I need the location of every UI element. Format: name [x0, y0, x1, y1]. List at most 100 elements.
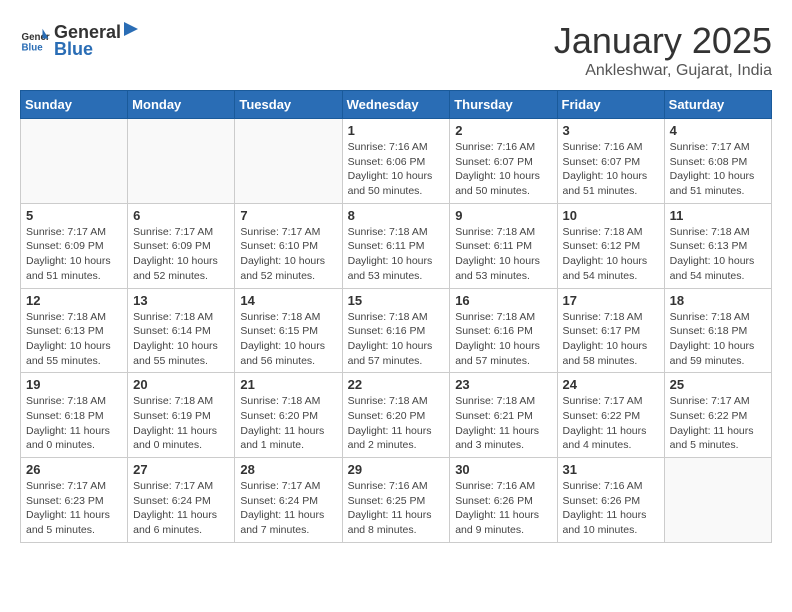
day-info: Sunrise: 7:18 AM Sunset: 6:20 PM Dayligh… — [348, 394, 445, 453]
day-number: 14 — [240, 293, 336, 308]
day-number: 1 — [348, 123, 445, 138]
calendar-cell: 3 Sunrise: 7:16 AM Sunset: 6:07 PM Daylig… — [557, 119, 664, 204]
calendar-cell: 22 Sunrise: 7:18 AM Sunset: 6:20 PM Dayli… — [342, 373, 450, 458]
day-info: Sunrise: 7:18 AM Sunset: 6:20 PM Dayligh… — [240, 394, 336, 453]
day-info: Sunrise: 7:17 AM Sunset: 6:23 PM Dayligh… — [26, 479, 122, 538]
day-number: 7 — [240, 208, 336, 223]
day-info: Sunrise: 7:17 AM Sunset: 6:09 PM Dayligh… — [26, 225, 122, 284]
day-info: Sunrise: 7:18 AM Sunset: 6:21 PM Dayligh… — [455, 394, 551, 453]
day-info: Sunrise: 7:17 AM Sunset: 6:09 PM Dayligh… — [133, 225, 229, 284]
weekday-header-monday: Monday — [128, 91, 235, 119]
day-info: Sunrise: 7:18 AM Sunset: 6:14 PM Dayligh… — [133, 310, 229, 369]
day-info: Sunrise: 7:18 AM Sunset: 6:16 PM Dayligh… — [455, 310, 551, 369]
day-info: Sunrise: 7:18 AM Sunset: 6:12 PM Dayligh… — [563, 225, 659, 284]
calendar-cell: 10 Sunrise: 7:18 AM Sunset: 6:12 PM Dayli… — [557, 203, 664, 288]
calendar-cell: 13 Sunrise: 7:18 AM Sunset: 6:14 PM Dayli… — [128, 288, 235, 373]
day-number: 25 — [670, 377, 766, 392]
weekday-header-row: SundayMondayTuesdayWednesdayThursdayFrid… — [21, 91, 772, 119]
day-number: 20 — [133, 377, 229, 392]
day-number: 12 — [26, 293, 122, 308]
day-info: Sunrise: 7:17 AM Sunset: 6:24 PM Dayligh… — [240, 479, 336, 538]
calendar-cell: 15 Sunrise: 7:18 AM Sunset: 6:16 PM Dayli… — [342, 288, 450, 373]
day-info: Sunrise: 7:18 AM Sunset: 6:17 PM Dayligh… — [563, 310, 659, 369]
location-subtitle: Ankleshwar, Gujarat, India — [554, 62, 772, 80]
calendar-cell: 27 Sunrise: 7:17 AM Sunset: 6:24 PM Dayli… — [128, 458, 235, 543]
calendar-cell: 16 Sunrise: 7:18 AM Sunset: 6:16 PM Dayli… — [450, 288, 557, 373]
calendar-cell: 18 Sunrise: 7:18 AM Sunset: 6:18 PM Dayli… — [664, 288, 771, 373]
calendar-cell: 23 Sunrise: 7:18 AM Sunset: 6:21 PM Dayli… — [450, 373, 557, 458]
day-number: 31 — [563, 462, 659, 477]
weekday-header-sunday: Sunday — [21, 91, 128, 119]
day-number: 3 — [563, 123, 659, 138]
calendar-week-row: 26Sunrise: 7:17 AM Sunset: 6:23 PM Dayli… — [21, 458, 772, 543]
day-number: 4 — [670, 123, 766, 138]
day-number: 17 — [563, 293, 659, 308]
day-info: Sunrise: 7:16 AM Sunset: 6:25 PM Dayligh… — [348, 479, 445, 538]
day-number: 8 — [348, 208, 445, 223]
day-number: 24 — [563, 377, 659, 392]
calendar-week-row: 19Sunrise: 7:18 AM Sunset: 6:18 PM Dayli… — [21, 373, 772, 458]
calendar-cell: 20 Sunrise: 7:18 AM Sunset: 6:19 PM Dayli… — [128, 373, 235, 458]
calendar-cell: 28 Sunrise: 7:17 AM Sunset: 6:24 PM Dayli… — [235, 458, 342, 543]
day-info: Sunrise: 7:16 AM Sunset: 6:26 PM Dayligh… — [455, 479, 551, 538]
day-number: 30 — [455, 462, 551, 477]
day-number: 16 — [455, 293, 551, 308]
title-block: January 2025 Ankleshwar, Gujarat, India — [554, 20, 772, 80]
calendar-cell: 12 Sunrise: 7:18 AM Sunset: 6:13 PM Dayli… — [21, 288, 128, 373]
logo-blue-text: Blue — [54, 39, 93, 59]
day-info: Sunrise: 7:18 AM Sunset: 6:11 PM Dayligh… — [455, 225, 551, 284]
day-info: Sunrise: 7:18 AM Sunset: 6:18 PM Dayligh… — [670, 310, 766, 369]
day-info: Sunrise: 7:16 AM Sunset: 6:07 PM Dayligh… — [455, 140, 551, 199]
day-info: Sunrise: 7:18 AM Sunset: 6:19 PM Dayligh… — [133, 394, 229, 453]
day-number: 13 — [133, 293, 229, 308]
calendar-cell: 11Sunrise: 7:18 AM Sunset: 6:13 PM Dayli… — [664, 203, 771, 288]
calendar-cell: 29Sunrise: 7:16 AM Sunset: 6:25 PM Dayli… — [342, 458, 450, 543]
day-info: Sunrise: 7:18 AM Sunset: 6:11 PM Dayligh… — [348, 225, 445, 284]
day-info: Sunrise: 7:18 AM Sunset: 6:13 PM Dayligh… — [26, 310, 122, 369]
day-number: 22 — [348, 377, 445, 392]
calendar-table: SundayMondayTuesdayWednesdayThursdayFrid… — [20, 90, 772, 543]
calendar-cell: 25 Sunrise: 7:17 AM Sunset: 6:22 PM Dayli… — [664, 373, 771, 458]
day-info: Sunrise: 7:18 AM Sunset: 6:16 PM Dayligh… — [348, 310, 445, 369]
day-info: Sunrise: 7:18 AM Sunset: 6:13 PM Dayligh… — [670, 225, 766, 284]
logo: General Blue General Blue — [20, 20, 141, 60]
calendar-cell: 6 Sunrise: 7:17 AM Sunset: 6:09 PM Daylig… — [128, 203, 235, 288]
day-number: 18 — [670, 293, 766, 308]
calendar-cell — [128, 119, 235, 204]
calendar-cell: 19Sunrise: 7:18 AM Sunset: 6:18 PM Dayli… — [21, 373, 128, 458]
svg-text:Blue: Blue — [22, 43, 44, 54]
weekday-header-friday: Friday — [557, 91, 664, 119]
logo-arrow-icon — [122, 20, 140, 38]
day-number: 23 — [455, 377, 551, 392]
day-number: 10 — [563, 208, 659, 223]
calendar-cell: 31 Sunrise: 7:16 AM Sunset: 6:26 PM Dayli… — [557, 458, 664, 543]
day-info: Sunrise: 7:16 AM Sunset: 6:07 PM Dayligh… — [563, 140, 659, 199]
day-info: Sunrise: 7:16 AM Sunset: 6:26 PM Dayligh… — [563, 479, 659, 538]
calendar-cell: 4Sunrise: 7:17 AM Sunset: 6:08 PM Daylig… — [664, 119, 771, 204]
page-header: General Blue General Blue January 2025 A… — [20, 20, 772, 80]
calendar-cell: 30 Sunrise: 7:16 AM Sunset: 6:26 PM Dayli… — [450, 458, 557, 543]
day-number: 28 — [240, 462, 336, 477]
month-title: January 2025 — [554, 20, 772, 62]
calendar-cell: 5Sunrise: 7:17 AM Sunset: 6:09 PM Daylig… — [21, 203, 128, 288]
day-number: 2 — [455, 123, 551, 138]
weekday-header-thursday: Thursday — [450, 91, 557, 119]
calendar-cell: 2 Sunrise: 7:16 AM Sunset: 6:07 PM Daylig… — [450, 119, 557, 204]
day-info: Sunrise: 7:17 AM Sunset: 6:24 PM Dayligh… — [133, 479, 229, 538]
calendar-cell: 17 Sunrise: 7:18 AM Sunset: 6:17 PM Dayli… — [557, 288, 664, 373]
calendar-cell: 8 Sunrise: 7:18 AM Sunset: 6:11 PM Daylig… — [342, 203, 450, 288]
day-info: Sunrise: 7:17 AM Sunset: 6:22 PM Dayligh… — [670, 394, 766, 453]
calendar-cell — [21, 119, 128, 204]
logo-icon: General Blue — [20, 25, 50, 55]
calendar-cell: 7 Sunrise: 7:17 AM Sunset: 6:10 PM Daylig… — [235, 203, 342, 288]
day-number: 6 — [133, 208, 229, 223]
calendar-cell: 24Sunrise: 7:17 AM Sunset: 6:22 PM Dayli… — [557, 373, 664, 458]
weekday-header-wednesday: Wednesday — [342, 91, 450, 119]
day-info: Sunrise: 7:16 AM Sunset: 6:06 PM Dayligh… — [348, 140, 445, 199]
day-info: Sunrise: 7:17 AM Sunset: 6:10 PM Dayligh… — [240, 225, 336, 284]
day-number: 15 — [348, 293, 445, 308]
calendar-cell: 21Sunrise: 7:18 AM Sunset: 6:20 PM Dayli… — [235, 373, 342, 458]
calendar-cell: 14Sunrise: 7:18 AM Sunset: 6:15 PM Dayli… — [235, 288, 342, 373]
weekday-header-saturday: Saturday — [664, 91, 771, 119]
day-number: 27 — [133, 462, 229, 477]
